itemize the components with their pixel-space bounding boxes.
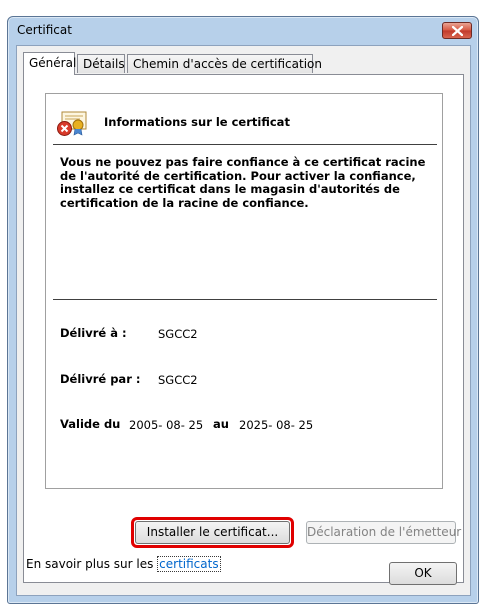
divider <box>53 144 437 145</box>
valid-from-value: 2005- 08- 25 <box>129 418 204 432</box>
valid-to-value: 2025- 08- 25 <box>239 418 314 432</box>
title-bar[interactable]: Certificat <box>8 17 478 43</box>
certificate-info-box: Informations sur le certificat Vous ne p… <box>45 93 443 489</box>
issued-by-value: SGCC2 <box>158 373 198 387</box>
issued-to-label: Délivré à : <box>60 326 127 340</box>
issuer-statement-button[interactable]: Déclaration de l'émetteur <box>306 521 461 544</box>
issued-to-value: SGCC2 <box>158 327 198 341</box>
learn-more-prefix: En savoir plus sur les <box>26 557 158 571</box>
close-button[interactable] <box>442 22 472 39</box>
valid-from-label: Valide du <box>60 417 121 431</box>
window-title: Certificat <box>17 23 72 37</box>
tab-certification-path[interactable]: Chemin d'accès de certification <box>127 54 322 73</box>
certificates-link[interactable]: certificats <box>157 556 221 572</box>
dialog-client-area: Général Détails Chemin d'accès de certif… <box>16 45 471 596</box>
tab-panel-general: Informations sur le certificat Vous ne p… <box>23 74 464 583</box>
valid-to-label: au <box>213 417 229 431</box>
certificate-dialog: Certificat Général Détails Chemin d'accè… <box>7 16 479 604</box>
close-icon <box>452 26 463 36</box>
tab-general[interactable]: Général <box>23 52 76 75</box>
install-certificate-button[interactable]: Installer le certificat... <box>135 521 290 544</box>
info-heading: Informations sur le certificat <box>104 115 290 129</box>
divider <box>53 299 437 300</box>
certificate-error-icon <box>57 111 87 136</box>
ok-button[interactable]: OK <box>389 562 457 585</box>
learn-more-text: En savoir plus sur les certificats <box>26 556 221 572</box>
issued-by-label: Délivré par : <box>60 372 141 386</box>
tab-details[interactable]: Détails <box>77 54 125 73</box>
trust-warning-text: Vous ne pouvez pas faire confiance à ce … <box>60 155 426 210</box>
